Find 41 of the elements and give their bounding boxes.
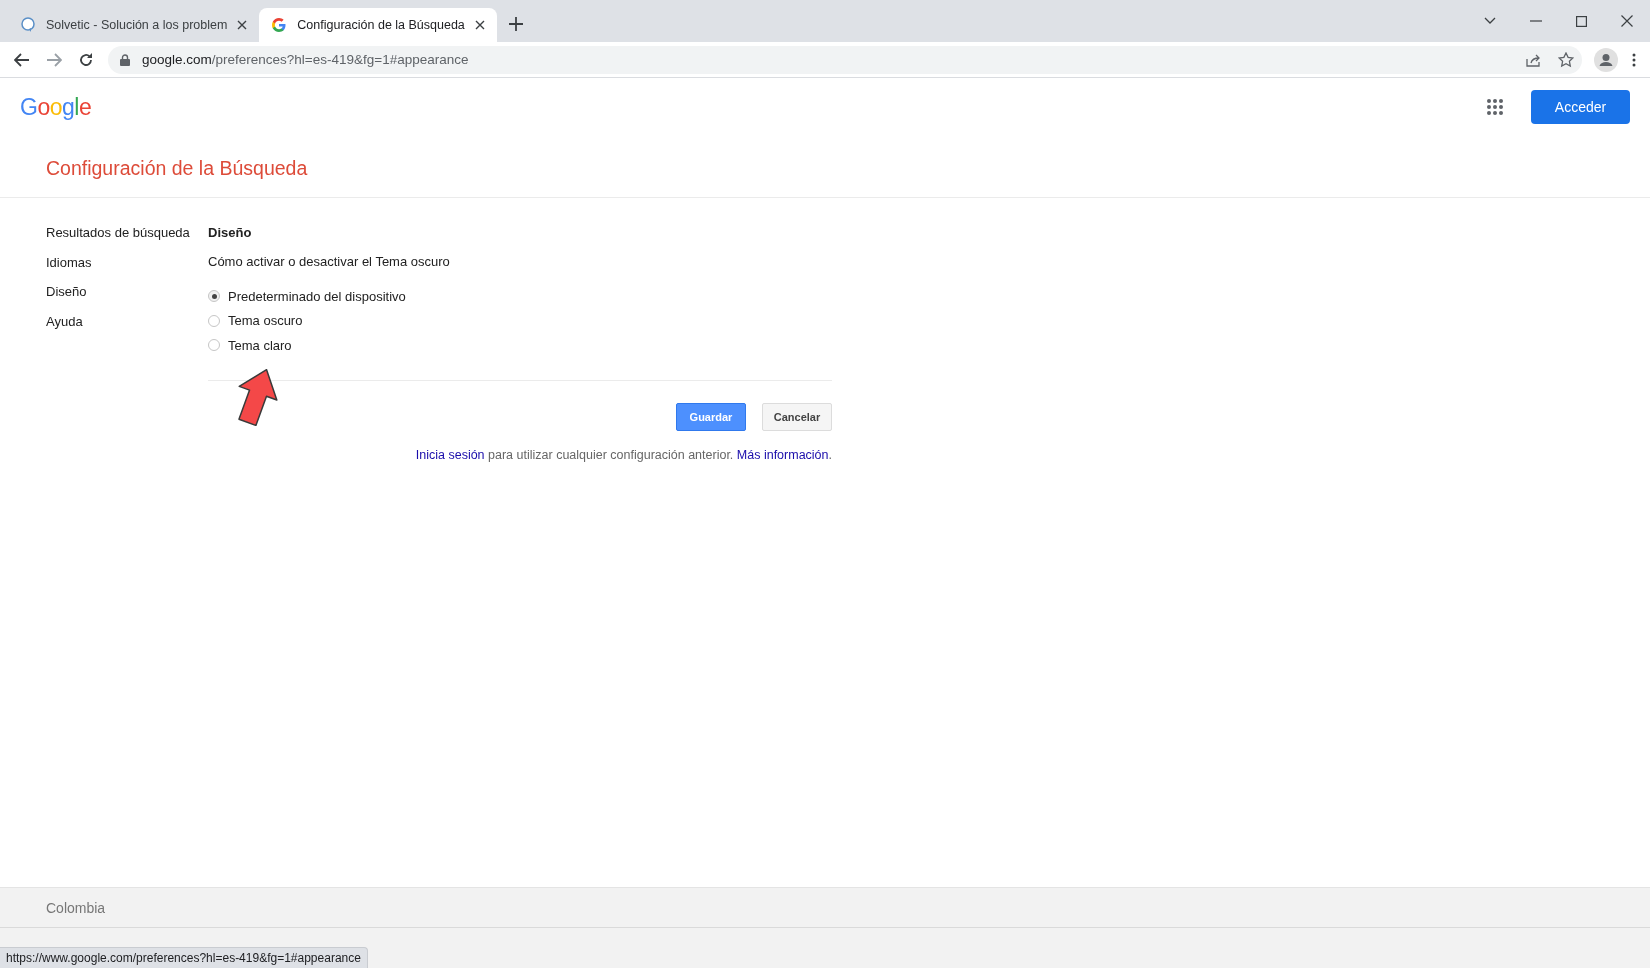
- reload-icon[interactable]: [78, 51, 94, 68]
- browser-tab[interactable]: Configuración de la Búsqueda: [259, 8, 497, 42]
- star-icon[interactable]: [1558, 51, 1574, 68]
- section-description: Cómo activar o desactivar el Tema oscuro: [208, 254, 451, 270]
- browser-tab[interactable]: Solvetic - Solución a los problem: [8, 8, 260, 42]
- chevron-down-icon[interactable]: [1484, 17, 1496, 25]
- radio-label[interactable]: Predeterminado del dispositivo: [228, 288, 406, 304]
- speech-bubble-icon: [20, 17, 36, 33]
- sidebar-link[interactable]: Idiomas: [46, 254, 208, 271]
- sidebar-link[interactable]: Diseño: [46, 284, 208, 300]
- sign-in-button[interactable]: Acceder: [1531, 90, 1630, 124]
- radio-label[interactable]: Tema claro: [228, 337, 292, 353]
- google-logo[interactable]: Google: [20, 93, 92, 121]
- google-g-icon: [271, 17, 288, 33]
- share-icon[interactable]: [1526, 52, 1542, 67]
- profile-icon[interactable]: [1594, 47, 1618, 72]
- radio-button[interactable]: [208, 339, 220, 352]
- maximize-icon[interactable]: [1576, 15, 1587, 27]
- new-tab-icon[interactable]: [508, 17, 523, 31]
- radio-label[interactable]: Tema oscuro: [228, 313, 303, 329]
- sidebar-link[interactable]: Ayuda: [46, 313, 208, 330]
- close-icon[interactable]: [1621, 15, 1633, 27]
- cancel-button[interactable]: Cancelar: [762, 402, 832, 431]
- close-icon[interactable]: [474, 20, 485, 30]
- back-icon[interactable]: [14, 52, 30, 67]
- lock-icon: [120, 53, 130, 66]
- forward-icon[interactable]: [46, 52, 62, 67]
- text-link[interactable]: Inicia sesión: [415, 447, 485, 462]
- menu-icon[interactable]: [1632, 52, 1636, 67]
- section-heading: Diseño: [208, 225, 253, 241]
- sign-in-note: Inicia sesión para utilizar cualquier configuración anterior. Más información.: [414, 447, 832, 462]
- text-link[interactable]: Más información: [736, 447, 829, 462]
- apps-grid-icon[interactable]: [1487, 99, 1503, 115]
- close-icon[interactable]: [237, 20, 248, 30]
- radio-button[interactable]: [208, 314, 220, 327]
- sidebar-link[interactable]: Resultados de búsqueda: [46, 225, 208, 241]
- status-bubble: https://www.google.com/preferences?hl=es-419&fg=1#appearance: [0, 947, 368, 968]
- page-title: Configuración de la Búsqueda: [0, 136, 1650, 198]
- radio-button[interactable]: [208, 290, 220, 303]
- address-bar[interactable]: google.com/preferences?hl=es-419&fg=1#appearance: [108, 45, 1582, 74]
- country-label: Colombia: [0, 888, 1650, 928]
